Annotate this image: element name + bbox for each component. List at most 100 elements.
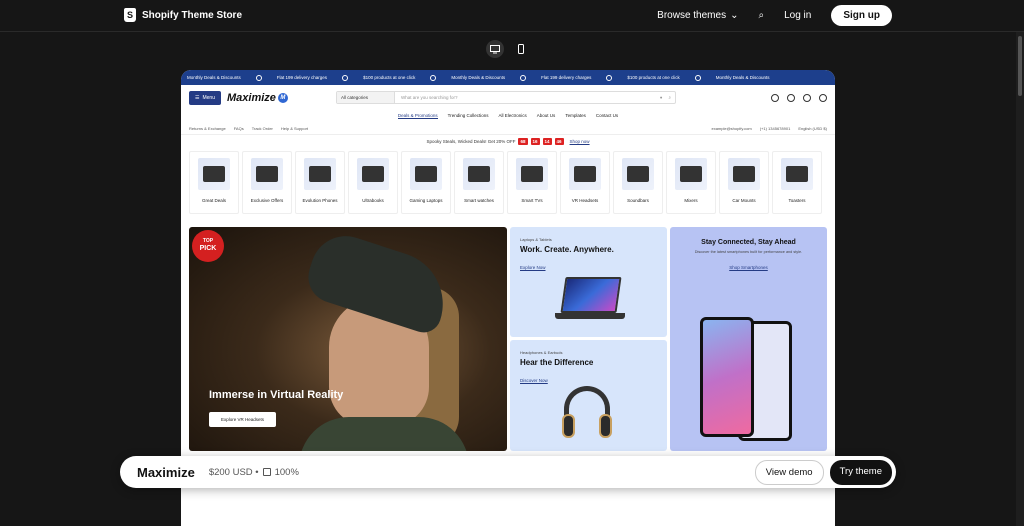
explore-vr-button[interactable]: Explore VR Headsets [209, 412, 277, 427]
marquee-item: Monthly Deals & Discounts [451, 75, 506, 80]
announcement-marquee: Monthly Deals & Discounts Flat 199 deliv… [181, 70, 835, 85]
microphone-icon[interactable]: ● [660, 95, 663, 100]
category-label: VR Headsets [571, 198, 599, 203]
category-card[interactable]: Gaming Laptops [401, 151, 451, 214]
category-image [516, 158, 548, 190]
price-text: $200 USD • [208, 466, 259, 478]
category-image [675, 158, 707, 190]
menu-item-trending[interactable]: Trending Collections [448, 113, 489, 118]
search-icon[interactable]: ⌕ [758, 10, 764, 21]
category-card[interactable]: Great Deals [189, 151, 239, 214]
scrollbar-thumb[interactable] [1018, 36, 1022, 96]
view-demo-button[interactable]: View demo [754, 460, 824, 485]
category-strip: Great Deals Exclusive Offers Evolution P… [181, 151, 835, 214]
search-input[interactable]: What are you searching for? [395, 95, 660, 100]
device-switch [486, 40, 530, 58]
signup-button[interactable]: Sign up [831, 5, 892, 26]
category-card[interactable]: Soundbars [613, 151, 663, 214]
category-card[interactable]: Mixers [666, 151, 716, 214]
category-card[interactable]: Evolution Phones [295, 151, 345, 214]
header-icons [771, 94, 827, 102]
site-header: ☰ Menu Maximize M All categories What are … [181, 85, 835, 111]
category-label: Car Mounts [732, 198, 756, 203]
badge-icon [430, 74, 437, 81]
tile-subtitle: Discover the latest smartphones built fo… [694, 250, 803, 254]
marquee-item: $100 products at one click [627, 75, 680, 80]
menu-item-electronics[interactable]: All Electronics [499, 113, 527, 118]
menu-button[interactable]: ☰ Menu [189, 91, 221, 105]
account-icon[interactable] [803, 94, 811, 102]
shopify-bag-icon [124, 8, 136, 22]
category-label: Ultrabooks [362, 198, 384, 203]
try-theme-button[interactable]: Try theme [829, 460, 892, 485]
tile-title: Work. Create. Anywhere. [520, 245, 614, 254]
logo-text: Maximize [227, 92, 276, 104]
category-label: Exclusive Offers [250, 198, 284, 203]
promo-shop-link[interactable]: Shop now [570, 139, 590, 144]
theme-name: Maximize [137, 464, 195, 480]
category-card[interactable]: Exclusive Offers [242, 151, 292, 214]
shop-smartphones-link[interactable]: Shop Smartphones [670, 265, 827, 270]
category-image [463, 158, 495, 190]
shopify-brand[interactable]: Shopify Theme Store [124, 8, 242, 22]
cart-icon[interactable] [819, 94, 827, 102]
marquee-item: Monthly Deals & Discounts [187, 75, 241, 80]
category-label: Evolution Phones [302, 198, 338, 203]
vr-user-image [299, 227, 469, 451]
category-card[interactable]: VR Headsets [560, 151, 610, 214]
top-nav: Browse themes ⌄ ⌕ Log in Sign up [657, 5, 892, 26]
menu-item-deals[interactable]: Deals & Promotions [397, 113, 438, 119]
tile-eyebrow: Headphones & Earbuds [520, 350, 563, 355]
util-email[interactable]: example@shopify.com [711, 126, 751, 131]
rating-text: 100% [274, 466, 299, 478]
site-logo[interactable]: Maximize M [227, 92, 288, 104]
audio-tile[interactable]: Headphones & Earbuds Hear the Difference… [510, 340, 667, 451]
util-link-track[interactable]: Track Order [252, 126, 273, 131]
category-label: Smart watches [464, 198, 494, 203]
badge-bottom: PICK [199, 244, 217, 252]
category-card[interactable]: Toasters [772, 151, 822, 214]
top-pick-badge: TOP PICK [192, 230, 224, 262]
theme-toggle-icon[interactable] [771, 94, 779, 102]
category-label: Mixers [684, 198, 698, 203]
menu-item-about[interactable]: About Us [537, 113, 556, 118]
category-card[interactable]: Smart TVs [507, 151, 557, 214]
countdown-digit: 68 [518, 138, 528, 145]
category-image [304, 158, 336, 190]
desktop-view-icon[interactable] [486, 40, 504, 58]
badge-icon [255, 74, 262, 81]
badge-icon [694, 74, 701, 81]
util-locale[interactable]: English (USD $) [798, 126, 827, 131]
countdown-digit: 16 [530, 138, 540, 145]
chevron-down-icon: ⌄ [730, 10, 739, 21]
explore-now-link[interactable]: Explore Now [520, 265, 546, 270]
logo-mark-icon: M [277, 93, 288, 103]
util-link-returns[interactable]: Returns & Exchange [189, 126, 226, 131]
mobile-view-icon[interactable] [512, 40, 530, 58]
promo-text: Spooky Steals, Wicked Deals! Get 20% OFF [426, 139, 516, 144]
utility-bar: Returns & Exchange FAQs Track Order Help… [181, 123, 835, 135]
page-scrollbar[interactable] [1016, 32, 1024, 526]
browse-themes-button[interactable]: Browse themes ⌄ [657, 10, 738, 21]
category-label: Smart TVs [521, 198, 543, 203]
discover-now-link[interactable]: Discover Now [520, 378, 548, 383]
search-icon[interactable]: ⌕ [668, 95, 671, 100]
location-icon[interactable] [787, 94, 795, 102]
menu-item-contact[interactable]: Contact Us [596, 113, 618, 118]
theme-price: $200 USD • 100% [209, 467, 299, 478]
category-card[interactable]: Smart watches [454, 151, 504, 214]
category-card[interactable]: Ultrabooks [348, 151, 398, 214]
menu-item-templates[interactable]: Templates [565, 113, 586, 118]
util-link-help[interactable]: Help & Support [281, 126, 308, 131]
hero-banner[interactable]: TOP PICK Immerse in Virtual Reality Explo… [189, 227, 507, 451]
util-link-faqs[interactable]: FAQs [234, 126, 244, 131]
login-link[interactable]: Log in [784, 10, 811, 21]
tile-title: Hear the Difference [520, 358, 594, 367]
phones-tile[interactable]: Stay Connected, Stay Ahead Discover the … [670, 227, 827, 451]
category-select[interactable]: All categories [337, 92, 395, 103]
category-card[interactable]: Car Mounts [719, 151, 769, 214]
laptops-tile[interactable]: Laptops & Tablets Work. Create. Anywhere… [510, 227, 667, 337]
tile-title: Stay Connected, Stay Ahead [701, 239, 796, 246]
category-image [728, 158, 760, 190]
util-phone[interactable]: (+1) 1345678901 [760, 126, 791, 131]
